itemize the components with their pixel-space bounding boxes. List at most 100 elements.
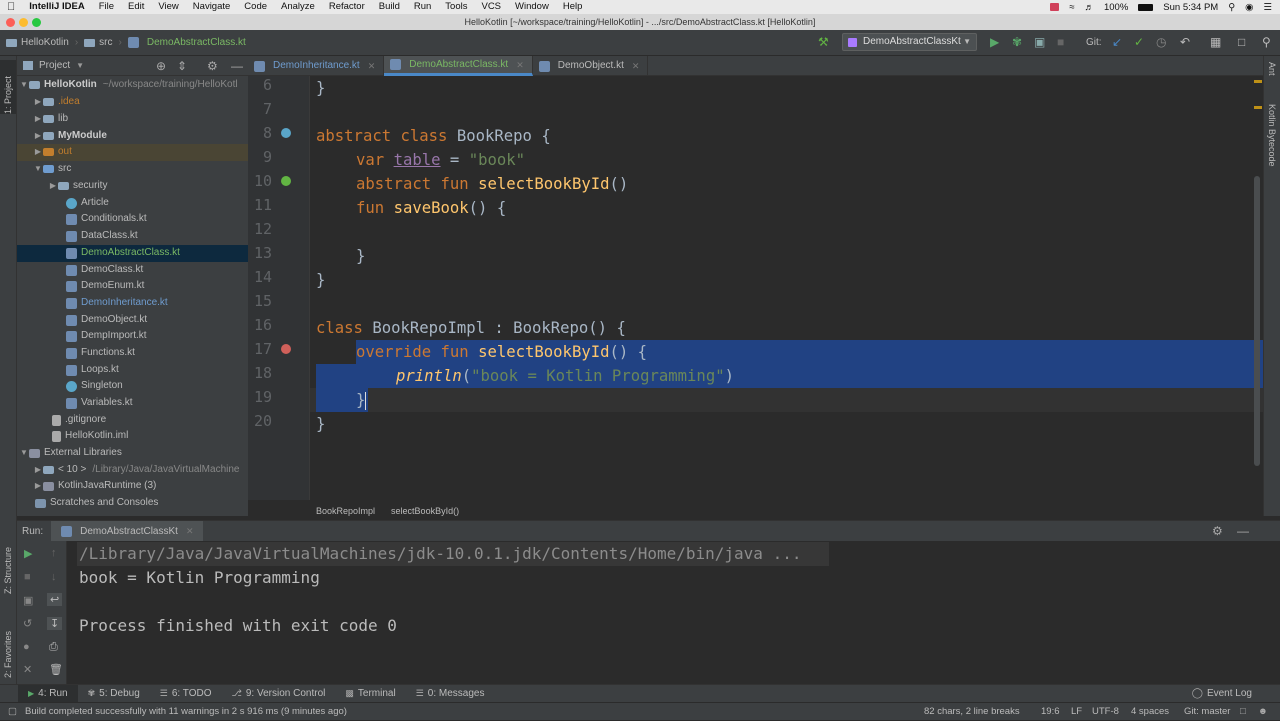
debug-icon[interactable]: ✾ <box>1012 35 1022 49</box>
screenshot-icon[interactable]: ▣ <box>23 594 33 607</box>
caret-position[interactable]: 19:6 <box>1041 703 1060 721</box>
tree-item-dataclass[interactable]: DataClass.kt <box>17 228 248 245</box>
siri-icon[interactable]: ◉ <box>1245 2 1253 13</box>
editor-gutter[interactable]: 6 7 8 9 10 11 12 13 14 15 16 17 18 19 20 <box>248 76 310 500</box>
search-everywhere-icon[interactable]: ⚲ <box>1262 35 1271 49</box>
collapsed-arrow-icon[interactable]: ▶ <box>48 178 58 195</box>
tree-item-singleton[interactable]: Singleton <box>17 378 248 395</box>
close-icon[interactable]: ✕ <box>23 663 32 676</box>
up-icon[interactable]: ↑ <box>51 547 57 559</box>
implemented-marker-icon[interactable] <box>281 176 291 186</box>
collapse-all-icon[interactable]: ⇕ <box>177 59 187 73</box>
tree-item-variables[interactable]: Variables.kt <box>17 395 248 412</box>
git-commit-icon[interactable]: ✓ <box>1134 35 1144 49</box>
status-message[interactable]: Build completed successfully with 11 war… <box>25 703 347 721</box>
file-encoding[interactable]: UTF-8 <box>1092 703 1119 721</box>
structure-tool-button[interactable]: Z: Structure <box>0 524 16 594</box>
status-layout-icon[interactable]: ▢ <box>8 703 17 721</box>
wifi-icon[interactable]: ≈ <box>1069 2 1074 13</box>
git-history-icon[interactable]: ◷ <box>1156 35 1166 49</box>
revert-icon[interactable]: ↶ <box>1180 35 1190 49</box>
trash-icon[interactable]: 🗑 <box>49 663 63 676</box>
project-structure-icon[interactable]: ▦ <box>1210 35 1221 49</box>
tree-item-iml[interactable]: HelloKotlin.iml <box>17 428 248 445</box>
breadcrumb-class[interactable]: BookRepoImpl <box>316 503 375 519</box>
chevron-down-icon[interactable]: ▼ <box>76 61 84 70</box>
hide-panel-icon[interactable]: — <box>1237 524 1249 538</box>
menu-view[interactable]: View <box>151 0 185 14</box>
tree-item-democlass[interactable]: DemoClass.kt <box>17 262 248 279</box>
gear-icon[interactable]: ⚙ <box>207 59 218 73</box>
breadcrumb-file[interactable]: DemoAbstractClass.kt <box>122 37 252 48</box>
tree-item-security[interactable]: ▶ security <box>17 178 248 195</box>
tree-item-src[interactable]: ▼ src <box>17 161 248 178</box>
breadcrumb-project[interactable]: HelloKotlin <box>0 37 75 48</box>
menu-build[interactable]: Build <box>372 0 407 14</box>
collapsed-arrow-icon[interactable]: ▶ <box>33 144 43 161</box>
hide-panel-icon[interactable]: — <box>231 59 243 73</box>
git-update-icon[interactable]: ↙ <box>1112 35 1122 49</box>
apple-icon[interactable]:  <box>0 0 22 14</box>
collapsed-arrow-icon[interactable]: ▶ <box>33 111 43 128</box>
tree-item-dempimport[interactable]: DempImport.kt <box>17 328 248 345</box>
expanded-arrow-icon[interactable]: ▼ <box>19 77 29 94</box>
implemented-marker-icon[interactable] <box>281 128 291 138</box>
collapsed-arrow-icon[interactable]: ▶ <box>33 94 43 111</box>
menu-vcs[interactable]: VCS <box>474 0 508 14</box>
close-icon[interactable]: ✕ <box>516 55 524 75</box>
close-icon[interactable]: ✕ <box>368 56 376 76</box>
git-branch[interactable]: Git: master <box>1184 703 1230 721</box>
scroll-to-end-icon[interactable]: ↧ <box>47 617 63 630</box>
tree-item-external-libraries[interactable]: ▼ External Libraries <box>17 445 248 462</box>
breadcrumb-src[interactable]: src <box>78 37 118 48</box>
close-icon[interactable]: ✕ <box>186 526 194 537</box>
volume-icon[interactable]: ♬ <box>1084 2 1094 13</box>
inspection-icon[interactable]: ☻ <box>1258 703 1268 721</box>
print-icon[interactable]: ⎙ <box>49 641 58 654</box>
clock[interactable]: Sun 5:34 PM <box>1163 2 1218 13</box>
tree-item-demoenum[interactable]: DemoEnum.kt <box>17 278 248 295</box>
tree-item-demoabstractclass[interactable]: DemoAbstractClass.kt <box>17 245 248 262</box>
close-window-button[interactable] <box>6 18 15 27</box>
locate-icon[interactable]: ⊕ <box>156 59 166 73</box>
tree-item-idea[interactable]: ▶ .idea <box>17 94 248 111</box>
menu-code[interactable]: Code <box>237 0 274 14</box>
tab-messages[interactable]: ☰ 0: Messages <box>406 688 495 699</box>
tree-item-conditionals[interactable]: Conditionals.kt <box>17 211 248 228</box>
menu-app-name[interactable]: IntelliJ IDEA <box>22 0 91 14</box>
coverage-icon[interactable]: ▣ <box>1034 35 1045 49</box>
tree-item-article[interactable]: Article <box>17 195 248 212</box>
minimize-window-button[interactable] <box>19 18 28 27</box>
menu-refactor[interactable]: Refactor <box>322 0 372 14</box>
tree-item-jdk[interactable]: ▶ < 10 > /Library/Java/JavaVirtualMachine <box>17 462 248 479</box>
tree-item-demoobject[interactable]: DemoObject.kt <box>17 312 248 329</box>
menu-window[interactable]: Window <box>508 0 556 14</box>
restore-layout-icon[interactable]: ↺ <box>23 617 32 630</box>
ant-tool-button[interactable]: Ant <box>1264 62 1280 96</box>
spotlight-icon[interactable]: ⚲ <box>1228 2 1235 13</box>
run-configuration-select[interactable]: DemoAbstractClassKt ▼ <box>842 33 977 51</box>
stop-icon[interactable]: ■ <box>24 571 31 583</box>
build-hammer-icon[interactable]: ⚒ <box>818 35 829 49</box>
record-icon[interactable] <box>1050 3 1060 11</box>
indent-setting[interactable]: 4 spaces <box>1131 703 1169 721</box>
tab-demoabstractclass[interactable]: DemoAbstractClass.kt ✕ <box>384 55 533 76</box>
menu-edit[interactable]: Edit <box>121 0 151 14</box>
rerun-icon[interactable]: ▶ <box>24 547 32 560</box>
collapsed-arrow-icon[interactable]: ▶ <box>33 462 43 479</box>
zoom-window-button[interactable] <box>32 18 41 27</box>
tab-terminal[interactable]: ▩ Terminal <box>335 688 405 699</box>
close-icon[interactable]: ✕ <box>632 56 640 76</box>
event-log-button[interactable]: ◯ Event Log <box>1182 688 1262 699</box>
tab-version-control[interactable]: ⎇ 9: Version Control <box>222 688 336 699</box>
tab-debug[interactable]: ✾ 5: Debug <box>78 688 150 699</box>
collapsed-arrow-icon[interactable]: ▶ <box>33 478 43 495</box>
stop-icon[interactable]: ■ <box>1057 35 1064 49</box>
run-icon[interactable]: ▶ <box>990 35 999 49</box>
tree-item-hellokotlin[interactable]: ▼ HelloKotlin ~/workspace/training/HelloKo… <box>17 77 248 94</box>
down-icon[interactable]: ↓ <box>51 571 57 583</box>
line-separator[interactable]: LF <box>1071 703 1082 721</box>
menu-analyze[interactable]: Analyze <box>274 0 322 14</box>
battery-percent[interactable]: 100% <box>1104 2 1128 13</box>
layout-icon[interactable]: □ <box>1238 35 1245 49</box>
